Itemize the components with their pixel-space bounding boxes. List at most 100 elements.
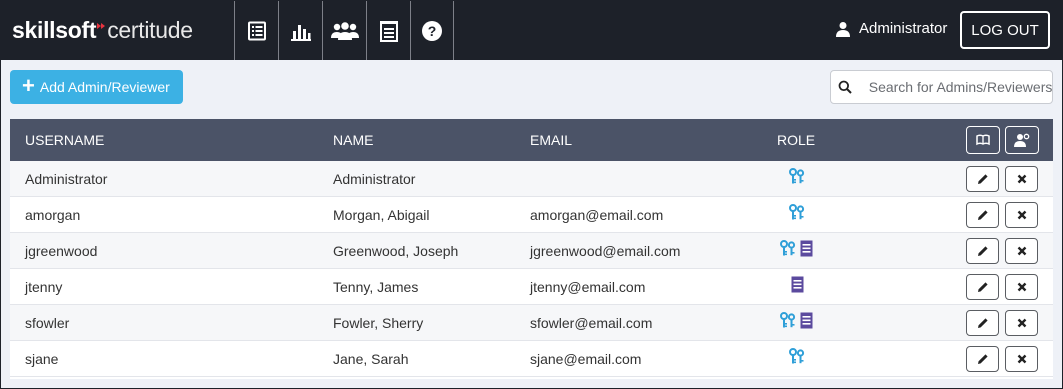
cell-roles: [789, 348, 805, 368]
table-body: Administrator Administrator amorgan Morgan,…: [10, 161, 1053, 377]
close-icon: [1017, 210, 1026, 220]
search-input[interactable]: [868, 79, 1052, 95]
nav-help-button[interactable]: ?: [410, 1, 454, 60]
nav-users-button[interactable]: [322, 1, 366, 60]
delete-button[interactable]: [1005, 166, 1038, 192]
logo-product: certitude: [107, 17, 193, 43]
cell-name: Morgan, Abigail: [333, 207, 430, 223]
table-row: Administrator Administrator: [10, 161, 1053, 197]
admin-role-icon: [780, 240, 796, 260]
close-icon: [1017, 174, 1026, 184]
current-user: Administrator: [835, 20, 947, 37]
cell-email: jtenny@email.com: [530, 279, 646, 295]
nav-icons: ?: [234, 1, 454, 60]
cell-roles: [780, 312, 813, 332]
table-row: jgreenwood Greenwood, Joseph jgreenwood@em…: [10, 233, 1053, 269]
edit-button[interactable]: [966, 310, 999, 336]
document-icon: [379, 20, 398, 42]
cell-username: sfowler: [25, 315, 70, 331]
delete-button[interactable]: [1005, 346, 1038, 372]
close-icon: [1017, 318, 1026, 328]
user-icon: [836, 21, 850, 37]
pencil-icon: [977, 318, 988, 328]
logout-button[interactable]: LOG OUT: [960, 11, 1050, 49]
cell-username: jgreenwood: [25, 243, 98, 259]
admin-role-icon: [789, 168, 805, 188]
book-icon: [976, 134, 990, 146]
delete-button[interactable]: [1005, 238, 1038, 264]
delete-button[interactable]: [1005, 274, 1038, 300]
cell-email: sjane@email.com: [530, 351, 642, 367]
user-settings-icon: [1014, 133, 1030, 147]
cell-roles: [789, 204, 805, 224]
cell-username: sjane: [25, 351, 59, 367]
role-legend-button[interactable]: [966, 126, 1000, 154]
edit-button[interactable]: [966, 346, 999, 372]
add-admin-reviewer-button[interactable]: + Add Admin/Reviewer: [10, 70, 183, 104]
cell-username: amorgan: [25, 207, 81, 223]
search-box: [830, 70, 1053, 104]
cell-roles: [780, 240, 813, 260]
add-button-label: Add Admin/Reviewer: [39, 79, 170, 95]
edit-button[interactable]: [966, 238, 999, 264]
user-name: Administrator: [859, 20, 948, 37]
bar-chart-icon: [290, 24, 311, 41]
delete-button[interactable]: [1005, 310, 1038, 336]
list-icon: [247, 21, 266, 40]
app-window: skillsoft certitude ? Administrator LOG …: [0, 0, 1063, 389]
delete-button[interactable]: [1005, 202, 1038, 228]
svg-text:?: ?: [428, 23, 437, 39]
cell-name: Greenwood, Joseph: [333, 243, 459, 259]
column-header-username[interactable]: USERNAME: [25, 132, 104, 148]
admins-table: USERNAME NAME EMAIL ROLE Administrator Ad…: [10, 119, 1053, 379]
cell-name: Administrator: [333, 171, 416, 187]
logo: skillsoft certitude: [12, 17, 193, 47]
pencil-icon: [977, 246, 988, 256]
edit-button[interactable]: [966, 274, 999, 300]
nav-list-button[interactable]: [234, 1, 278, 60]
table-header: USERNAME NAME EMAIL ROLE: [10, 119, 1053, 161]
cell-email: jgreenwood@email.com: [530, 243, 681, 259]
edit-button[interactable]: [966, 202, 999, 228]
nav-documents-button[interactable]: [366, 1, 410, 60]
help-icon: ?: [422, 20, 442, 41]
search-icon: [831, 71, 859, 103]
top-navigation-bar: skillsoft certitude ? Administrator LOG …: [1, 1, 1062, 60]
users-icon: [330, 21, 359, 40]
reviewer-role-icon: [800, 312, 813, 332]
admin-role-icon: [789, 204, 805, 224]
close-icon: [1017, 354, 1026, 364]
cell-name: Fowler, Sherry: [333, 315, 424, 331]
cell-roles: [791, 276, 804, 296]
column-header-name[interactable]: NAME: [333, 132, 373, 148]
admin-role-icon: [780, 312, 796, 332]
cell-email: sfowler@email.com: [530, 315, 653, 331]
cell-username: jtenny: [25, 279, 63, 295]
column-header-email[interactable]: EMAIL: [530, 132, 572, 148]
table-row: sjane Jane, Sarah sjane@email.com: [10, 341, 1053, 377]
table-row: jtenny Tenny, James jtenny@email.com: [10, 269, 1053, 305]
logo-brand: skillsoft: [12, 17, 97, 43]
cell-roles: [789, 168, 805, 188]
pencil-icon: [977, 210, 988, 220]
cell-username: Administrator: [25, 171, 108, 187]
pencil-icon: [977, 282, 988, 292]
cell-name: Jane, Sarah: [333, 351, 409, 367]
edit-button[interactable]: [966, 166, 999, 192]
cell-name: Tenny, James: [333, 279, 419, 295]
cell-email: amorgan@email.com: [530, 207, 664, 223]
close-icon: [1017, 282, 1026, 292]
nav-reports-button[interactable]: [278, 1, 322, 60]
table-row: sfowler Fowler, Sherry sfowler@email.com: [10, 305, 1053, 341]
reviewer-role-icon: [791, 276, 804, 296]
logo-mark-icon: [96, 13, 106, 40]
pencil-icon: [977, 354, 988, 364]
admin-role-icon: [789, 348, 805, 368]
table-row: amorgan Morgan, Abigail amorgan@email.com: [10, 197, 1053, 233]
user-settings-button[interactable]: [1005, 126, 1039, 154]
close-icon: [1017, 246, 1026, 256]
pencil-icon: [977, 174, 988, 184]
column-header-role[interactable]: ROLE: [777, 132, 815, 148]
plus-icon: +: [22, 73, 35, 98]
reviewer-role-icon: [800, 240, 813, 260]
